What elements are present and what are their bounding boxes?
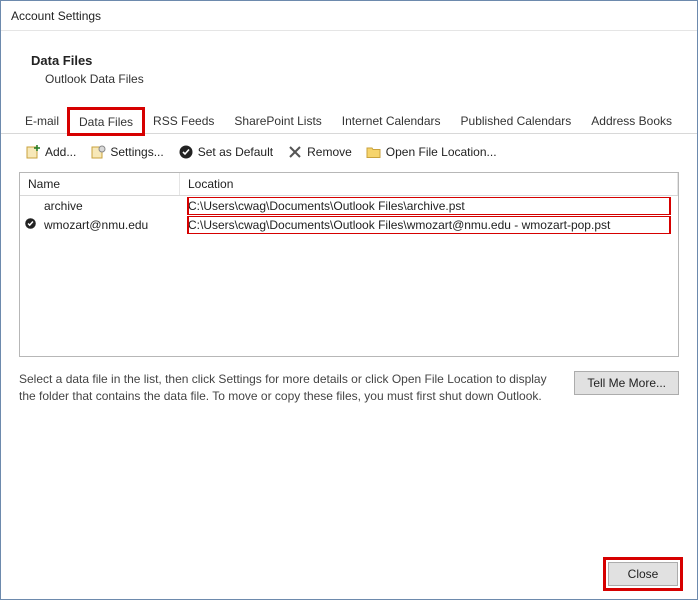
check-circle-icon bbox=[178, 144, 194, 160]
tab-address-books[interactable]: Address Books bbox=[581, 108, 682, 133]
tell-me-more-button[interactable]: Tell Me More... bbox=[574, 371, 679, 395]
default-marker bbox=[20, 217, 36, 233]
set-default-label: Set as Default bbox=[198, 145, 273, 159]
header-subtitle: Outlook Data Files bbox=[31, 72, 687, 86]
remove-button[interactable]: Remove bbox=[281, 142, 358, 162]
help-text: Select a data file in the list, then cli… bbox=[19, 371, 562, 406]
tab-internet-calendars[interactable]: Internet Calendars bbox=[332, 108, 451, 133]
help-area: Select a data file in the list, then cli… bbox=[19, 371, 679, 406]
settings-label: Settings... bbox=[110, 145, 163, 159]
data-files-list[interactable]: Name Location archive C:\Users\cwag\Docu… bbox=[19, 172, 679, 357]
tab-rss-feeds[interactable]: RSS Feeds bbox=[143, 108, 224, 133]
check-circle-icon bbox=[24, 217, 37, 233]
folder-open-icon bbox=[366, 144, 382, 160]
row-location: C:\Users\cwag\Documents\Outlook Files\wm… bbox=[180, 216, 678, 234]
window-close-button[interactable] bbox=[653, 2, 697, 30]
window-title: Account Settings bbox=[11, 9, 653, 23]
tab-email[interactable]: E-mail bbox=[15, 108, 69, 133]
tabs: E-mail Data Files RSS Feeds SharePoint L… bbox=[1, 108, 697, 134]
add-label: Add... bbox=[45, 145, 76, 159]
column-location[interactable]: Location bbox=[180, 173, 678, 195]
header-title: Data Files bbox=[31, 53, 687, 68]
set-default-button[interactable]: Set as Default bbox=[172, 142, 279, 162]
row-location: C:\Users\cwag\Documents\Outlook Files\ar… bbox=[180, 197, 678, 215]
footer: Close bbox=[0, 550, 698, 600]
row-name: wmozart@nmu.edu bbox=[36, 218, 180, 232]
remove-icon bbox=[287, 144, 303, 160]
close-highlight: Close bbox=[606, 560, 680, 588]
header: Data Files Outlook Data Files bbox=[1, 31, 697, 100]
table-row[interactable]: archive C:\Users\cwag\Documents\Outlook … bbox=[20, 196, 678, 215]
close-button[interactable]: Close bbox=[608, 562, 678, 586]
settings-button[interactable]: Settings... bbox=[84, 142, 169, 162]
titlebar: Account Settings bbox=[1, 1, 697, 31]
tab-published-calendars[interactable]: Published Calendars bbox=[451, 108, 582, 133]
tab-sharepoint-lists[interactable]: SharePoint Lists bbox=[224, 108, 331, 133]
table-row[interactable]: wmozart@nmu.edu C:\Users\cwag\Documents\… bbox=[20, 215, 678, 234]
remove-label: Remove bbox=[307, 145, 352, 159]
settings-icon bbox=[90, 144, 106, 160]
open-location-button[interactable]: Open File Location... bbox=[360, 142, 503, 162]
toolbar: Add... Settings... Set as Default Remove… bbox=[1, 134, 697, 172]
column-name[interactable]: Name bbox=[20, 173, 180, 195]
row-name: archive bbox=[36, 199, 180, 213]
add-icon bbox=[25, 144, 41, 160]
add-button[interactable]: Add... bbox=[19, 142, 82, 162]
open-location-label: Open File Location... bbox=[386, 145, 497, 159]
list-header: Name Location bbox=[20, 173, 678, 196]
tab-data-files[interactable]: Data Files bbox=[69, 109, 143, 134]
